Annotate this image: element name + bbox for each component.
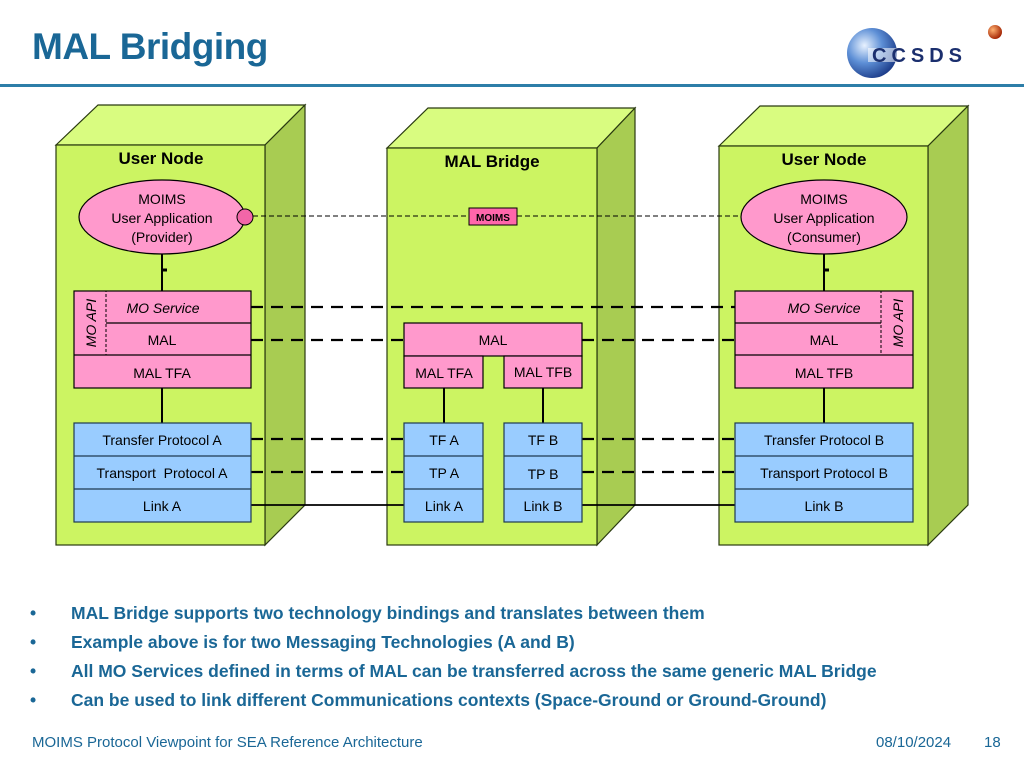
- mal-label: MAL: [810, 332, 839, 348]
- footer-title: MOIMS Protocol Viewpoint for SEA Referen…: [32, 734, 423, 751]
- app-label: (Consumer): [787, 229, 861, 245]
- moims-tag-label: MOIMS: [476, 213, 510, 224]
- footer-date: 08/10/2024: [876, 734, 952, 751]
- bullet-text: MAL Bridge supports two technology bindi…: [71, 603, 705, 623]
- bullet-text: All MO Services defined in terms of MAL …: [71, 661, 877, 681]
- mal-tfa-label: MAL TFA: [415, 365, 473, 381]
- app-label: User Application: [773, 210, 874, 226]
- node-side-face: [596, 106, 636, 547]
- node-label: User Node: [781, 150, 866, 169]
- node-label: User Node: [118, 149, 203, 168]
- mo-api-label: MO API: [83, 299, 99, 348]
- node-top-face: [54, 104, 307, 146]
- tf-b-label: TF B: [528, 432, 558, 448]
- bullet-item: • Example above is for two Messaging Tec…: [30, 632, 1020, 661]
- mal-label: MAL: [479, 332, 508, 348]
- bullet-item: • Can be used to link different Communic…: [30, 690, 1020, 719]
- node-label: MAL Bridge: [444, 152, 539, 171]
- transfer-protocol-label: Transfer Protocol B: [764, 432, 884, 448]
- page-number: 18: [984, 734, 1001, 751]
- bullet-glyph: •: [30, 690, 37, 710]
- transfer-protocol-label: Transfer Protocol A: [102, 432, 222, 448]
- transport-protocol-label: Transport Protocol A: [97, 465, 229, 481]
- link-a-label: Link A: [425, 498, 464, 514]
- link-label: Link B: [805, 498, 844, 514]
- app-label: User Application: [111, 210, 212, 226]
- mo-api-label: MO API: [890, 299, 906, 348]
- mal-tfb-label: MAL TFB: [795, 365, 853, 381]
- bullet-item: • MAL Bridge supports two technology bin…: [30, 603, 1020, 632]
- bullet-list: • MAL Bridge supports two technology bin…: [30, 603, 1020, 719]
- provided-interface-icon: [236, 208, 254, 226]
- app-label: MOIMS: [800, 191, 847, 207]
- node-side-face: [927, 104, 969, 547]
- mal-tfa-label: MAL TFA: [133, 365, 191, 381]
- bullet-text: Can be used to link different Communicat…: [71, 690, 827, 710]
- mal-tfb-label: MAL TFB: [514, 364, 572, 380]
- tp-a-label: TP A: [429, 465, 460, 481]
- bullet-text: Example above is for two Messaging Techn…: [71, 632, 575, 652]
- app-label: MOIMS: [138, 191, 185, 207]
- bullet-item: • All MO Services defined in terms of MA…: [30, 661, 1020, 690]
- link-b-label: Link B: [524, 498, 563, 514]
- node-top-face: [385, 107, 637, 149]
- transport-protocol-label: Transport Protocol B: [760, 465, 888, 481]
- node-top-face: [717, 105, 970, 147]
- bullet-glyph: •: [30, 661, 37, 681]
- bullet-glyph: •: [30, 632, 37, 652]
- tp-b-label: TP B: [528, 466, 559, 482]
- app-label: (Provider): [131, 229, 192, 245]
- mal-bridging-diagram: User Node MAL Bridge User Node MOIMS Use…: [54, 103, 970, 547]
- node-side-face: [264, 103, 306, 547]
- bullet-glyph: •: [30, 603, 37, 623]
- mal-label: MAL: [148, 332, 177, 348]
- link-label: Link A: [143, 498, 182, 514]
- tf-a-label: TF A: [429, 432, 459, 448]
- mo-service-label: MO Service: [126, 300, 199, 316]
- mo-service-label: MO Service: [787, 300, 860, 316]
